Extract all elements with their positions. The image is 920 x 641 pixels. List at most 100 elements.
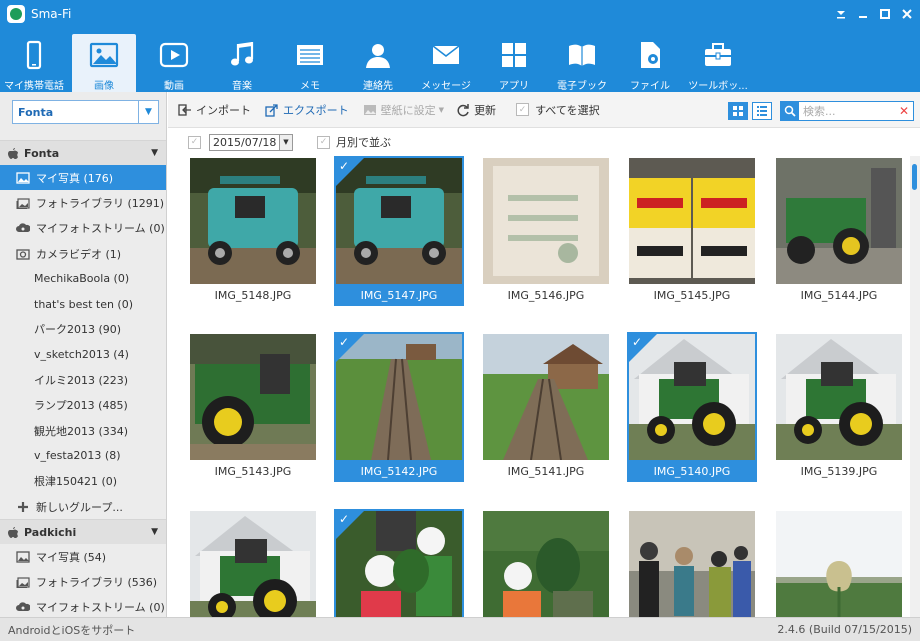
search-input[interactable]	[803, 104, 893, 118]
dropdown-menu-icon[interactable]	[834, 7, 848, 21]
toolbar-item-label: 画像	[94, 81, 114, 92]
photo-thumbnail[interactable]	[483, 334, 609, 460]
photo-thumbnail[interactable]	[629, 511, 755, 617]
sidebar-item[interactable]: 観光地2013 (334)	[0, 418, 166, 443]
sidebar-item[interactable]: マイフォトストリーム (0)	[0, 595, 166, 617]
toolbar-item-label: マイ携帯電話	[4, 81, 64, 92]
photo-filename: IMG_5140.JPG	[653, 465, 731, 478]
photo-item[interactable]	[774, 509, 904, 617]
photo-library-icon	[16, 198, 30, 209]
sidebar-item-label: フォトライブラリ (536)	[36, 576, 158, 590]
toolbar-item-message[interactable]: メッセージ	[412, 28, 480, 92]
sidebar-item[interactable]: v_sketch2013 (4)	[0, 342, 166, 367]
photo-item[interactable]: IMG_5144.JPG	[774, 156, 904, 306]
photo-thumbnail[interactable]	[776, 158, 902, 284]
toolbar-item-label: ファイル	[630, 81, 670, 92]
sidebar-item[interactable]: フォトライブラリ (536)	[0, 569, 166, 594]
sidebar-item[interactable]: マイフォトストリーム (0)	[0, 216, 166, 241]
maximize-icon[interactable]	[878, 7, 892, 21]
photo-item[interactable]: ✓ IMG_5147.JPG	[334, 156, 464, 306]
sidebar-item[interactable]: v_festa2013 (8)	[0, 443, 166, 468]
grid-view-button[interactable]	[728, 102, 748, 120]
sidebar-item[interactable]: MechikaBoola (0)	[0, 266, 166, 291]
sidebar-item[interactable]: フォトライブラリ (1291)	[0, 190, 166, 215]
photo-thumbnail[interactable]	[776, 511, 902, 617]
select-all-checkbox[interactable]: ✓ すべてを選択	[516, 102, 600, 118]
sidebar-item[interactable]: 根津150421 (0)	[0, 469, 166, 494]
photo-item[interactable]	[627, 509, 757, 617]
photo-item[interactable]: ✓ IMG_5140.JPG	[627, 332, 757, 482]
app-title: Sma-Fi	[31, 7, 72, 21]
photo-item[interactable]: IMG_5148.JPG	[188, 156, 318, 306]
collapse-caret-icon[interactable]: ▼	[151, 148, 158, 158]
date-select[interactable]: 2015/07/18 ▼	[209, 133, 293, 151]
cloud-icon	[16, 223, 30, 233]
sidebar-item-label: カメラビデオ (1)	[36, 247, 122, 261]
sidebar-item[interactable]: that's best ten (0)	[0, 291, 166, 316]
toolbar-item-video[interactable]: 動画	[140, 28, 208, 92]
sidebar-item[interactable]: マイ写真 (54)	[0, 544, 166, 569]
toolbar-item-label: メモ	[300, 81, 320, 92]
toolbar-item-ebook[interactable]: 電子ブック	[548, 28, 616, 92]
chevron-down-icon[interactable]: ▼	[279, 134, 292, 150]
checkmark-icon: ✓	[339, 335, 350, 349]
photo-item[interactable]: IMG_5139.JPG	[774, 332, 904, 482]
wallpaper-button[interactable]: 壁紙に設定 ▼	[363, 102, 444, 118]
search-box: ✕	[780, 101, 914, 121]
toolbar-item-toolbox[interactable]: ツールボッ...	[684, 28, 752, 92]
sidebar-item[interactable]: イルミ2013 (223)	[0, 367, 166, 392]
photo-thumbnail[interactable]	[190, 334, 316, 460]
date-filter-checkbox[interactable]: ✓	[188, 135, 201, 149]
photo-item[interactable]	[481, 509, 611, 617]
photo-item[interactable]: ✓ IMG_5142.JPG	[334, 332, 464, 482]
sidebar-item[interactable]: 新しいグループ...	[0, 494, 166, 519]
toolbar-item-music[interactable]: 音楽	[208, 28, 276, 92]
photo-item[interactable]: IMG_5146.JPG	[481, 156, 611, 306]
photo-thumbnail[interactable]	[483, 511, 609, 617]
list-view-button[interactable]	[752, 102, 772, 120]
photo-thumbnail[interactable]	[483, 158, 609, 284]
photo-icon	[16, 171, 30, 184]
clear-icon[interactable]: ✕	[899, 104, 909, 118]
scrollbar-thumb[interactable]	[912, 164, 917, 190]
chevron-down-icon[interactable]: ▼	[138, 101, 158, 123]
sidebar-item[interactable]: ランプ2013 (485)	[0, 393, 166, 418]
apple-icon	[8, 148, 18, 159]
photo-thumbnail[interactable]	[629, 158, 755, 284]
photo-filename: IMG_5146.JPG	[507, 289, 585, 302]
photo-item[interactable]	[188, 509, 318, 617]
toolbar-item-contact[interactable]: 連絡先	[344, 28, 412, 92]
sidebar-item[interactable]: マイ写真 (176)	[0, 165, 166, 191]
status-support-text: AndroidとiOSをサポート	[8, 623, 136, 637]
photo-item[interactable]: ✓	[334, 509, 464, 617]
refresh-button[interactable]: 更新	[456, 102, 496, 118]
toolbar-item-apps[interactable]: アプリ	[480, 28, 548, 92]
minimize-icon[interactable]	[856, 7, 870, 21]
close-icon[interactable]	[900, 7, 914, 21]
photo-thumbnail[interactable]	[190, 511, 316, 617]
sidebar-device-name: Fonta	[24, 146, 60, 160]
search-icon[interactable]	[781, 102, 799, 120]
photo-thumbnail[interactable]	[190, 158, 316, 284]
sidebar-item[interactable]: カメラビデオ (1)	[0, 241, 166, 266]
group-by-month-label: 月別で並ぶ	[336, 136, 391, 149]
photo-thumbnail[interactable]	[776, 334, 902, 460]
toolbar-item-memo[interactable]: メモ	[276, 28, 344, 92]
photo-item[interactable]: IMG_5143.JPG	[188, 332, 318, 482]
group-by-month-checkbox[interactable]: ✓	[317, 135, 330, 149]
sidebar-item[interactable]: パーク2013 (90)	[0, 317, 166, 342]
photo-item[interactable]: IMG_5145.JPG	[627, 156, 757, 306]
checkmark-icon: ✓	[339, 512, 350, 526]
sidebar-device-name: Padkichi	[24, 525, 77, 539]
toolbar-item-phone[interactable]: マイ携帯電話	[0, 28, 68, 92]
collapse-caret-icon[interactable]: ▼	[151, 527, 158, 537]
scrollbar[interactable]	[910, 156, 920, 617]
sidebar-device-header[interactable]: Fonta ▼	[0, 140, 166, 165]
export-button[interactable]: エクスポート	[265, 102, 349, 118]
toolbar-item-file[interactable]: ファイル	[616, 28, 684, 92]
import-button[interactable]: インポート	[178, 102, 251, 118]
toolbar-item-image[interactable]: 画像	[72, 34, 136, 92]
sidebar-device-header[interactable]: Padkichi ▼	[0, 519, 166, 545]
device-select[interactable]: Fonta ▼	[12, 100, 159, 124]
photo-item[interactable]: IMG_5141.JPG	[481, 332, 611, 482]
